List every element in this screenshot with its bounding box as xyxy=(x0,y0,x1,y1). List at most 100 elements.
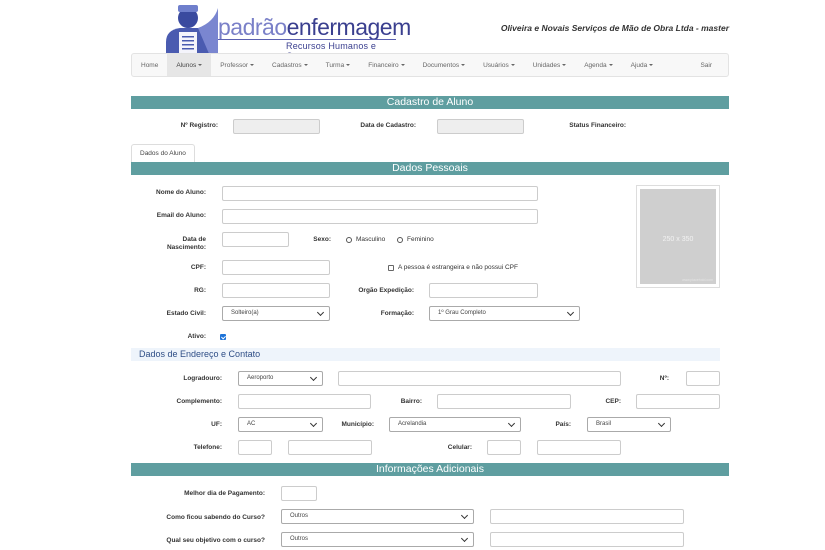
celular-ddd-input[interactable] xyxy=(487,440,521,455)
caret-down-icon xyxy=(303,64,308,66)
complemento-input[interactable] xyxy=(238,394,371,409)
data-cadastro-label: Data de Cadastro: xyxy=(360,122,416,129)
nav-item-agenda[interactable]: Agenda xyxy=(575,54,621,76)
nav-item-label: Ajuda xyxy=(630,61,648,69)
municipio-value: Acrelandia xyxy=(398,421,427,427)
municipio-select[interactable]: Acrelandia xyxy=(389,417,521,432)
pagamento-label: Melhor dia de Pagamento: xyxy=(184,490,265,497)
caret-down-icon xyxy=(608,64,613,66)
nav-item-cadastros[interactable]: Cadastros xyxy=(263,54,317,76)
nav-item-label: Usuários xyxy=(483,61,509,69)
chevron-down-icon xyxy=(309,373,318,382)
nav-item-ajuda[interactable]: Ajuda xyxy=(622,54,663,76)
logradouro-input[interactable] xyxy=(338,371,621,386)
objetivo-value: Outros xyxy=(290,536,309,542)
masculino-label: Masculino xyxy=(356,236,386,243)
nav-item-label: Turma xyxy=(325,61,345,69)
chevron-down-icon xyxy=(566,308,575,317)
caret-down-icon xyxy=(649,64,654,66)
email-input[interactable] xyxy=(222,209,538,224)
telefone-input[interactable] xyxy=(288,440,372,455)
ativo-label: Ativo: xyxy=(187,333,206,340)
dados-pessoais-header: Dados Pessoais xyxy=(131,162,729,175)
estrangeira-label: A pessoa é estrangeira e não possui CPF xyxy=(398,264,518,271)
telefone-label: Telefone: xyxy=(193,444,222,451)
objetivo-select[interactable]: Outros xyxy=(281,532,474,547)
registro-label: Nº Registro: xyxy=(180,122,218,129)
nav-item-home[interactable]: Home xyxy=(132,54,167,76)
celular-input[interactable] xyxy=(537,440,621,455)
orgao-input[interactable] xyxy=(429,283,538,298)
registro-field[interactable] xyxy=(233,119,320,134)
curso-outro-input[interactable] xyxy=(490,509,684,524)
main-navbar: Home Alunos Professor Cadastros Turma Finance… xyxy=(131,53,729,77)
nav-item-label: Unidades xyxy=(532,61,561,69)
formacao-select[interactable]: 1º Grau Completo xyxy=(429,306,580,321)
pais-label: País: xyxy=(555,421,571,428)
uf-select[interactable]: AC xyxy=(238,417,323,432)
nav-item-documentos[interactable]: Documentos xyxy=(414,54,475,76)
data-cadastro-field[interactable] xyxy=(437,119,524,134)
nav-item-usuarios[interactable]: Usuários xyxy=(474,54,524,76)
formacao-value: 1º Grau Completo xyxy=(438,310,486,316)
endereco-subheader: Dados de Endereço e Contato xyxy=(131,348,720,361)
ativo-checkbox[interactable] xyxy=(220,334,226,340)
nav-item-alunos[interactable]: Alunos xyxy=(167,54,212,76)
masculino-radio[interactable] xyxy=(346,237,352,243)
nav-item-sair[interactable]: Sair xyxy=(691,54,728,76)
estrangeira-checkbox[interactable] xyxy=(388,265,394,271)
curso-value: Outros xyxy=(290,513,309,519)
nome-input[interactable] xyxy=(222,186,538,201)
estado-civil-label: Estado Civil: xyxy=(166,310,206,317)
brand-name: padrãoenfermagem xyxy=(218,14,411,40)
cpf-input[interactable] xyxy=(222,260,330,275)
logradouro-select[interactable]: Aeroporto xyxy=(238,371,323,386)
estado-civil-select[interactable]: Solteiro(a) xyxy=(222,306,330,321)
nav-item-label: Agenda xyxy=(584,61,607,69)
company-name: Oliveira e Novais Serviços de Mão de Obr… xyxy=(500,23,729,33)
chevron-down-icon xyxy=(460,511,469,520)
email-label: Email do Aluno: xyxy=(156,212,206,219)
nav-item-label: Alunos xyxy=(176,61,197,69)
caret-down-icon xyxy=(400,64,405,66)
feminino-radio[interactable] xyxy=(397,237,403,243)
bairro-input[interactable] xyxy=(437,394,571,409)
caret-down-icon xyxy=(346,64,351,66)
chevron-down-icon xyxy=(460,534,469,543)
chevron-down-icon xyxy=(507,419,516,428)
cpf-label: CPF: xyxy=(190,264,206,271)
photo-credit: www.placehold.com xyxy=(682,278,713,282)
municipio-label: Município: xyxy=(341,421,375,428)
estado-civil-value: Solteiro(a) xyxy=(231,310,259,316)
nav-item-unidades[interactable]: Unidades xyxy=(524,54,575,76)
pais-value: Brasil xyxy=(596,421,612,427)
numero-input[interactable] xyxy=(686,371,720,386)
curso-select[interactable]: Outros xyxy=(281,509,474,524)
nascimento-input[interactable] xyxy=(222,232,289,247)
caret-down-icon xyxy=(510,64,515,66)
curso-label: Como ficou sabendo do Curso? xyxy=(166,514,265,521)
nav-item-financeiro[interactable]: Financeiro xyxy=(359,54,413,76)
caret-down-icon xyxy=(461,64,466,66)
chevron-down-icon xyxy=(309,419,318,428)
nav-item-professor[interactable]: Professor xyxy=(211,54,263,76)
uf-label: UF: xyxy=(211,421,222,428)
nav-item-label: Home xyxy=(141,61,159,69)
logradouro-label: Logradouro: xyxy=(183,375,222,382)
sexo-label: Sexo: xyxy=(313,236,331,243)
nav-item-label: Sair xyxy=(700,61,712,69)
logo: padrãoenfermagem Recursos Humanos e Curs… xyxy=(158,2,411,61)
pagamento-input[interactable] xyxy=(281,486,317,501)
nav-item-turma[interactable]: Turma xyxy=(317,54,360,76)
tab-dados-do-aluno[interactable]: Dados do Aluno xyxy=(131,144,195,163)
cep-input[interactable] xyxy=(636,394,720,409)
objetivo-outro-input[interactable] xyxy=(490,532,684,547)
telefone-ddd-input[interactable] xyxy=(238,440,272,455)
pais-select[interactable]: Brasil xyxy=(587,417,671,432)
rg-input[interactable] xyxy=(222,283,330,298)
bairro-label: Bairro: xyxy=(400,398,422,405)
nome-label: Nome do Aluno: xyxy=(156,189,206,196)
photo-placeholder[interactable]: 250 x 350 www.placehold.com xyxy=(636,185,720,288)
nav-item-label: Financeiro xyxy=(368,61,399,69)
logradouro-value: Aeroporto xyxy=(247,375,274,381)
